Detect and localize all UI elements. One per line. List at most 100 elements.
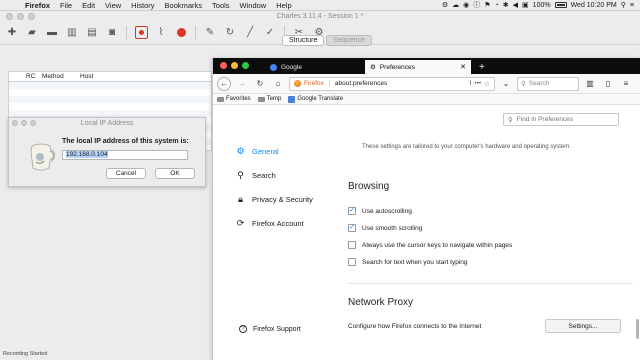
option-search-when-typing[interactable]: Search for text when you start typing <box>348 258 468 266</box>
checkbox-checked-icon[interactable]: ✓ <box>348 207 356 215</box>
proxy-settings-button[interactable]: Settings... <box>545 319 621 333</box>
breakpoints-icon[interactable] <box>173 25 189 41</box>
category-firefox-account[interactable]: ⟳ Firefox Account <box>235 218 304 229</box>
record-toggle-icon[interactable] <box>133 25 149 41</box>
throttle-icon[interactable]: ⌇ <box>153 25 169 41</box>
back-arrow-icon[interactable]: ← <box>217 76 231 91</box>
ip-address-field[interactable]: 192.168.0.104 <box>62 150 188 160</box>
tab-preferences[interactable]: ⚙ Preferences ✕ <box>365 60 471 74</box>
clear-icon[interactable]: ▥ <box>64 25 80 41</box>
home-icon[interactable]: ⌂ <box>271 77 285 91</box>
category-label: Firefox Account <box>252 219 304 228</box>
ok-button[interactable]: OK <box>155 168 195 179</box>
menu-help[interactable]: Help <box>271 0 296 11</box>
table-row[interactable] <box>9 96 211 103</box>
bookmark-favorites[interactable]: Favorites <box>217 96 251 102</box>
menu-file[interactable]: File <box>55 0 77 11</box>
hamburger-menu-icon[interactable]: ≡ <box>619 77 633 91</box>
url-bar[interactable]: Firefox about:preferences I ••• ☆ <box>289 76 495 91</box>
compose-icon[interactable]: ✎ <box>202 25 218 41</box>
open-folder-icon[interactable]: ▰ <box>24 25 40 41</box>
new-tab-icon[interactable]: + <box>471 60 493 74</box>
category-general[interactable]: ⚙ General <box>235 146 278 157</box>
checkbox-unchecked-icon[interactable] <box>348 258 356 266</box>
column-method[interactable]: Method <box>39 73 77 80</box>
bluetooth-icon[interactable]: ✱ <box>503 0 509 11</box>
option-smooth-scrolling[interactable]: ✓ Use smooth scrolling <box>348 224 422 232</box>
column-host[interactable]: Host <box>77 73 203 80</box>
volume-icon[interactable]: ◀ <box>513 0 518 11</box>
option-cursor-keys[interactable]: Always use the cursor keys to navigate w… <box>348 241 512 249</box>
find-in-preferences-input[interactable]: ⚲ Find in Preferences <box>503 113 619 126</box>
menu-app-firefox[interactable]: Firefox <box>20 0 55 11</box>
menu-edit[interactable]: Edit <box>77 0 100 11</box>
sync-icon: ⟳ <box>236 218 245 228</box>
menu-window[interactable]: Window <box>235 0 272 11</box>
gear-icon[interactable]: ⚙ <box>442 0 448 11</box>
url-text[interactable]: about:preferences <box>335 80 467 87</box>
category-search[interactable]: ⚲ Search <box>235 170 276 181</box>
validate-icon[interactable]: ╱ <box>242 25 258 41</box>
tab-structure[interactable]: Structure <box>282 35 325 46</box>
forward-arrow-icon[interactable]: → <box>235 77 249 91</box>
column-rc[interactable]: RC <box>23 73 39 80</box>
library-icon[interactable]: ▥ <box>583 77 597 91</box>
repeat-icon[interactable]: ↻ <box>222 25 238 41</box>
menu-history[interactable]: History <box>126 0 159 11</box>
bookmark-google-translate[interactable]: Google Translate <box>288 95 343 103</box>
search-input[interactable]: ⚲ Search <box>517 76 579 91</box>
bookmark-temp[interactable]: Temp <box>257 96 281 102</box>
dropdown-chevron-icon[interactable]: ⌄ <box>499 77 513 91</box>
wifi-icon[interactable]: ◔ <box>495 0 499 11</box>
table-row[interactable] <box>9 82 211 89</box>
checkmark-icon[interactable]: ✓ <box>262 25 278 41</box>
cloud-icon[interactable]: ☁ <box>452 0 459 11</box>
firefox-support-link[interactable]: ? Firefox Support <box>239 325 301 333</box>
save-icon[interactable]: ▬ <box>44 25 60 41</box>
page-actions-icon[interactable]: ••• <box>474 80 481 87</box>
table-row[interactable] <box>9 89 211 96</box>
tab-google[interactable]: Google <box>265 60 365 74</box>
clock[interactable]: Wed 10:20 PM <box>571 0 617 11</box>
dialog-window-controls <box>12 120 36 126</box>
close-icon[interactable] <box>12 120 18 126</box>
binoculars-icon[interactable]: ◙ <box>104 25 120 41</box>
menu-tools[interactable]: Tools <box>207 0 235 11</box>
close-icon[interactable] <box>220 62 227 69</box>
zoom-icon[interactable] <box>242 62 249 69</box>
trash-icon[interactable]: ▤ <box>84 25 100 41</box>
network-proxy-description: Configure how Firefox connects to the In… <box>348 323 482 330</box>
checkbox-checked-icon[interactable]: ✓ <box>348 224 356 232</box>
flag-icon[interactable]: ⚑ <box>484 0 490 11</box>
cancel-button[interactable]: Cancel <box>106 168 146 179</box>
new-session-icon[interactable]: ✚ <box>4 25 20 41</box>
zoom-icon[interactable] <box>28 13 35 20</box>
battery-icon[interactable] <box>554 2 567 8</box>
info-icon[interactable]: ⓘ <box>473 0 480 11</box>
close-icon[interactable] <box>6 13 13 20</box>
menu-bookmarks[interactable]: Bookmarks <box>160 0 208 11</box>
search-icon: ⚲ <box>237 170 244 180</box>
sidebar-icon[interactable]: ▯ <box>601 77 615 91</box>
tab-sequence[interactable]: Sequence <box>326 35 372 46</box>
minimize-icon[interactable] <box>21 120 27 126</box>
input-source-icon[interactable]: ▣ <box>522 0 529 11</box>
bookmark-star-icon[interactable]: ☆ <box>484 80 490 88</box>
firefox-window: Google ⚙ Preferences ✕ + ← → ↻ ⌂ Firefox… <box>212 58 640 360</box>
spotlight-search-icon[interactable]: ⚲ <box>621 0 626 11</box>
minimize-icon[interactable] <box>231 62 238 69</box>
option-autoscrolling[interactable]: ✓ Use autoscrolling <box>348 207 412 215</box>
menu-view[interactable]: View <box>100 0 126 11</box>
category-privacy-security[interactable]: 🔒︎ Privacy & Security <box>235 194 313 205</box>
identity-box[interactable]: Firefox <box>294 80 330 87</box>
scrollbar-thumb[interactable] <box>636 319 639 339</box>
reload-icon[interactable]: ↻ <box>253 77 267 91</box>
zoom-icon[interactable] <box>30 120 36 126</box>
close-tab-icon[interactable]: ✕ <box>460 63 466 71</box>
eye-icon[interactable]: ◉ <box>463 0 469 11</box>
minimize-icon[interactable] <box>17 13 24 20</box>
checkbox-unchecked-icon[interactable] <box>348 241 356 249</box>
table-row[interactable] <box>9 110 211 117</box>
table-row[interactable] <box>9 103 211 110</box>
notification-center-icon[interactable]: ≡ <box>630 0 634 11</box>
